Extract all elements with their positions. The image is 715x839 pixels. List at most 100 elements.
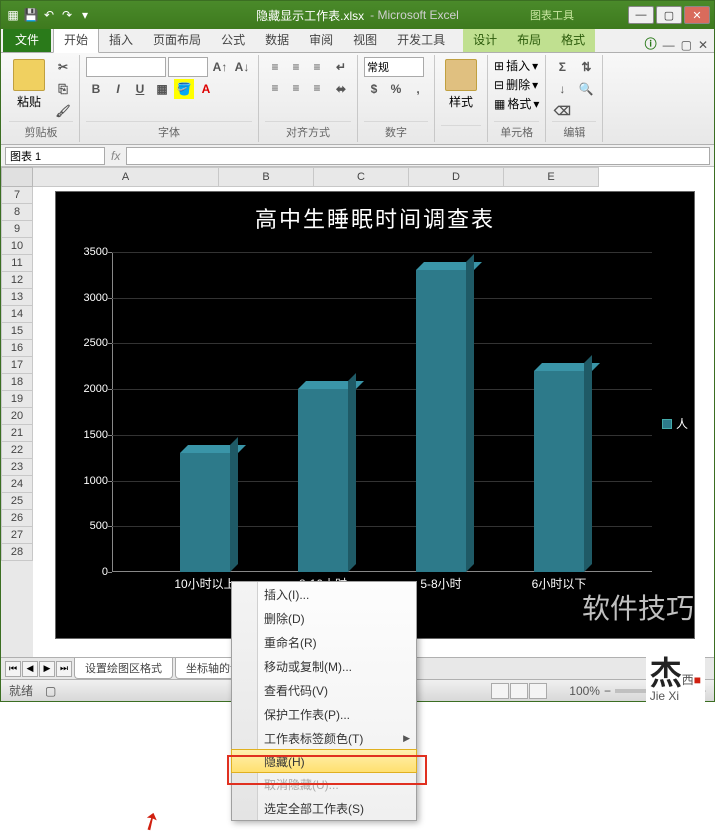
context-menu-item[interactable]: 移动或复制(M)... (232, 654, 416, 678)
column-header[interactable]: A (33, 167, 219, 187)
fill-icon[interactable]: ↓ (552, 79, 572, 99)
row-header[interactable]: 24 (1, 476, 33, 493)
wrap-text-icon[interactable]: ↵ (331, 57, 351, 77)
formula-bar[interactable] (126, 147, 710, 165)
row-header[interactable]: 8 (1, 204, 33, 221)
tab-home[interactable]: 开始 (53, 26, 99, 53)
context-menu-item[interactable]: 插入(I)... (232, 582, 416, 606)
find-icon[interactable]: 🔍 (576, 79, 596, 99)
row-header[interactable]: 14 (1, 306, 33, 323)
context-menu-item[interactable]: 保护工作表(P)... (232, 702, 416, 726)
row-header[interactable]: 21 (1, 425, 33, 442)
font-color-icon[interactable]: A (196, 79, 216, 99)
format-cells-icon[interactable]: ▦ (494, 97, 505, 111)
chart-bar[interactable] (180, 453, 230, 572)
align-left-icon[interactable]: ≡ (265, 78, 285, 98)
row-header[interactable]: 26 (1, 510, 33, 527)
merge-icon[interactable]: ⬌ (331, 79, 351, 99)
mdi-minimize-icon[interactable]: — (663, 38, 675, 52)
row-header[interactable]: 23 (1, 459, 33, 476)
chart-object[interactable]: 高中生睡眠时间调查表 05001000150020002500300035001… (55, 191, 695, 639)
row-header[interactable]: 19 (1, 391, 33, 408)
macro-record-icon[interactable]: ▢ (45, 684, 56, 698)
tab-chart-design[interactable]: 设计 (463, 27, 507, 52)
zoom-level[interactable]: 100% (569, 684, 600, 698)
qat-icon[interactable]: ▾ (77, 7, 93, 23)
row-header[interactable]: 11 (1, 255, 33, 272)
bold-button[interactable]: B (86, 79, 106, 99)
underline-button[interactable]: U (130, 79, 150, 99)
tab-view[interactable]: 视图 (343, 27, 387, 52)
save-icon[interactable]: 💾 (23, 7, 39, 23)
currency-icon[interactable]: $ (364, 79, 384, 99)
percent-icon[interactable]: % (386, 79, 406, 99)
help-icon[interactable]: ⓘ (645, 35, 657, 52)
styles-button[interactable]: 样式 (441, 57, 481, 112)
chart-bar[interactable] (298, 389, 348, 572)
mdi-restore-icon[interactable]: ▢ (681, 38, 692, 52)
name-box[interactable] (5, 147, 105, 165)
row-header[interactable]: 7 (1, 187, 33, 204)
column-header[interactable]: C (314, 167, 409, 187)
view-page-layout-icon[interactable] (510, 683, 528, 699)
chart-bar[interactable] (534, 371, 584, 572)
view-page-break-icon[interactable] (529, 683, 547, 699)
fx-icon[interactable]: fx (111, 149, 120, 163)
font-size-selector[interactable] (168, 57, 208, 77)
tab-developer[interactable]: 开发工具 (387, 27, 455, 52)
row-header[interactable]: 25 (1, 493, 33, 510)
context-menu-item[interactable]: 隐藏(H) (231, 749, 417, 773)
zoom-out-icon[interactable]: − (604, 684, 611, 698)
sheet-nav-prev[interactable]: ◀ (22, 661, 38, 677)
row-header[interactable]: 10 (1, 238, 33, 255)
insert-cells-icon[interactable]: ⊞ (494, 59, 504, 73)
align-bottom-icon[interactable]: ≡ (307, 57, 327, 77)
minimize-button[interactable]: — (628, 6, 654, 24)
chart-bar[interactable] (416, 270, 466, 572)
maximize-button[interactable]: ▢ (656, 6, 682, 24)
sheet-nav-first[interactable]: ⏮ (5, 661, 21, 677)
align-top-icon[interactable]: ≡ (265, 57, 285, 77)
row-header[interactable]: 16 (1, 340, 33, 357)
fill-color-icon[interactable]: 🪣 (174, 79, 194, 99)
sheet-nav-last[interactable]: ⏭ (56, 661, 72, 677)
tab-review[interactable]: 审阅 (299, 27, 343, 52)
row-header[interactable]: 20 (1, 408, 33, 425)
tab-layout[interactable]: 页面布局 (143, 27, 211, 52)
clear-icon[interactable]: ⌫ (552, 101, 572, 121)
mdi-close-icon[interactable]: ✕ (698, 38, 708, 52)
context-menu-item[interactable]: 工作表标签颜色(T)▶ (232, 726, 416, 750)
view-normal-icon[interactable] (491, 683, 509, 699)
align-right-icon[interactable]: ≡ (307, 78, 327, 98)
tab-chart-format[interactable]: 格式 (551, 27, 595, 52)
tab-formulas[interactable]: 公式 (211, 27, 255, 52)
file-tab[interactable]: 文件 (3, 27, 51, 52)
paste-button[interactable]: 粘贴 (9, 57, 49, 112)
grow-font-icon[interactable]: A↑ (210, 57, 230, 77)
cut-icon[interactable]: ✂ (53, 57, 73, 77)
row-header[interactable]: 13 (1, 289, 33, 306)
select-all-corner[interactable] (1, 167, 33, 187)
align-center-icon[interactable]: ≡ (286, 78, 306, 98)
context-menu-item[interactable]: 重命名(R) (232, 630, 416, 654)
context-menu-item[interactable]: 删除(D) (232, 606, 416, 630)
context-menu-item[interactable]: 选定全部工作表(S) (232, 796, 416, 820)
row-header[interactable]: 15 (1, 323, 33, 340)
tab-chart-layout[interactable]: 布局 (507, 27, 551, 52)
sheet-tab[interactable]: 设置绘图区格式 (74, 658, 173, 679)
font-selector[interactable] (86, 57, 166, 77)
align-middle-icon[interactable]: ≡ (286, 57, 306, 77)
border-icon[interactable]: ▦ (152, 79, 172, 99)
redo-icon[interactable]: ↷ (59, 7, 75, 23)
number-format-selector[interactable] (364, 57, 424, 77)
row-header[interactable]: 18 (1, 374, 33, 391)
sheet-nav-next[interactable]: ▶ (39, 661, 55, 677)
row-header[interactable]: 27 (1, 527, 33, 544)
row-header[interactable]: 17 (1, 357, 33, 374)
column-header[interactable]: E (504, 167, 599, 187)
copy-icon[interactable]: ⎘ (53, 79, 73, 99)
undo-icon[interactable]: ↶ (41, 7, 57, 23)
column-header[interactable]: D (409, 167, 504, 187)
row-header[interactable]: 9 (1, 221, 33, 238)
delete-cells-icon[interactable]: ⊟ (494, 78, 504, 92)
